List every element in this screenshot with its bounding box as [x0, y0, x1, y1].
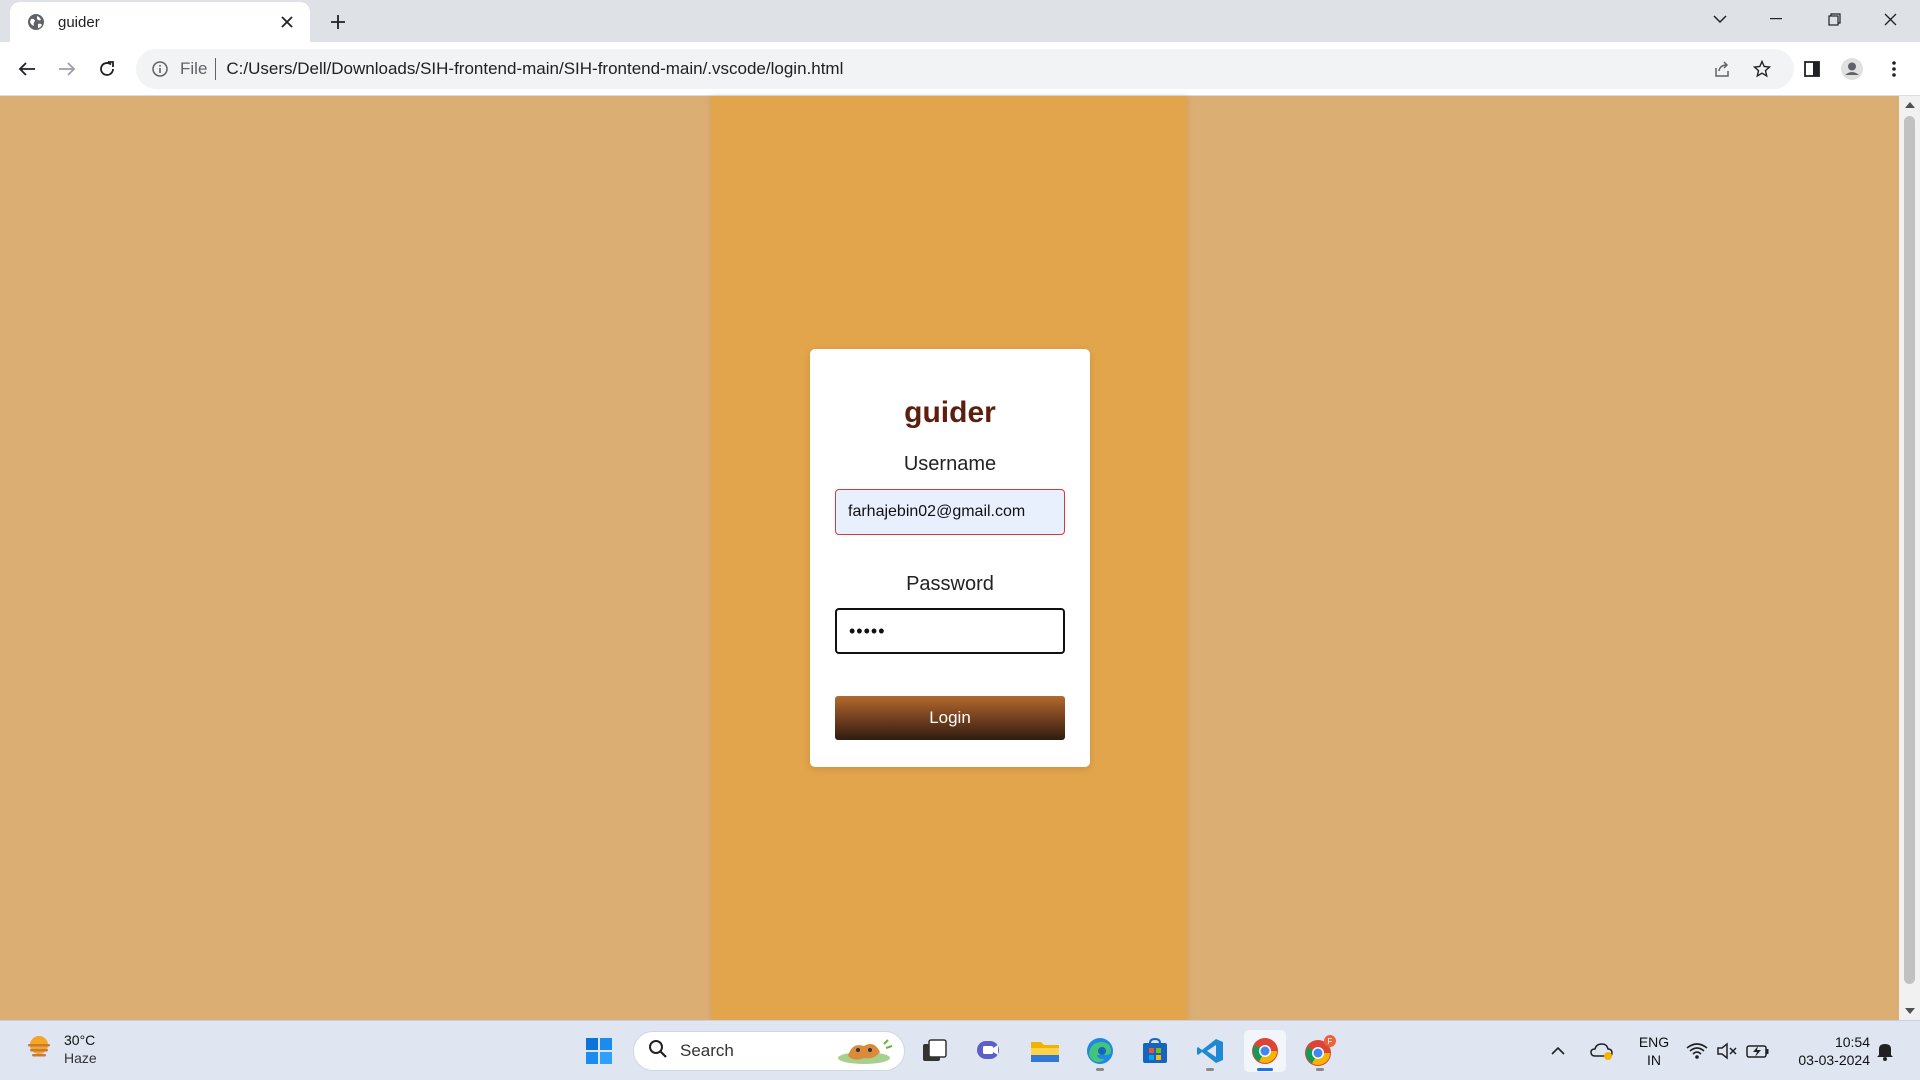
weather-widget[interactable]: 30°C Haze	[24, 1031, 97, 1067]
running-indicator	[1257, 1068, 1273, 1071]
tab-title: guider	[58, 13, 100, 31]
browser-toolbar: File C:/Users/Dell/Downloads/SIH-fronten…	[0, 42, 1920, 96]
forward-icon[interactable]	[51, 53, 83, 85]
scroll-up-icon[interactable]	[1905, 102, 1915, 108]
language-region: IN	[1647, 1052, 1661, 1068]
system-clock[interactable]: 10:54 03-03-2024	[1780, 1033, 1870, 1069]
url-divider	[215, 58, 217, 80]
weather-condition: Haze	[64, 1050, 97, 1066]
language-code: ENG	[1638, 1034, 1670, 1050]
globe-icon	[26, 12, 46, 32]
profile-avatar-icon[interactable]	[1836, 53, 1868, 85]
weather-temperature: 30°C	[64, 1032, 96, 1048]
running-indicator	[1206, 1068, 1214, 1071]
new-tab-icon[interactable]	[324, 8, 352, 36]
share-icon[interactable]	[1706, 53, 1738, 85]
password-label: Password	[906, 573, 994, 595]
app-title: guider	[904, 396, 996, 429]
minimize-icon[interactable]	[1748, 0, 1804, 38]
chrome-profile-icon[interactable]: F	[1299, 1030, 1341, 1072]
notification-bell-icon[interactable]	[1876, 1021, 1894, 1080]
volume-muted-icon[interactable]	[1716, 1021, 1738, 1080]
weather-haze-icon	[24, 1032, 54, 1067]
page-viewport: guider Username farhajebin02@gmail.com P…	[0, 96, 1899, 1020]
wifi-icon[interactable]	[1686, 1021, 1708, 1080]
onedrive-icon[interactable]	[1590, 1021, 1614, 1080]
show-hidden-icons[interactable]	[1550, 1021, 1566, 1080]
vscode-icon[interactable]	[1189, 1030, 1231, 1072]
page-scrollbar[interactable]	[1899, 96, 1920, 1020]
scroll-thumb[interactable]	[1904, 116, 1915, 984]
input-language[interactable]: ENG IN	[1634, 1033, 1674, 1069]
taskbar: 30°C Haze Search F ENG IN 10:54 03-03-20…	[0, 1020, 1920, 1080]
file-explorer-icon[interactable]	[1024, 1030, 1066, 1072]
close-window-icon[interactable]	[1862, 0, 1918, 38]
url-text[interactable]: C:/Users/Dell/Downloads/SIH-frontend-mai…	[226, 59, 843, 79]
scroll-down-icon[interactable]	[1905, 1008, 1915, 1014]
back-icon[interactable]	[11, 53, 43, 85]
task-view-icon[interactable]	[914, 1030, 956, 1072]
search-placeholder: Search	[680, 1041, 734, 1060]
reload-icon[interactable]	[91, 53, 123, 85]
username-label: Username	[903, 453, 997, 475]
address-bar[interactable]: File C:/Users/Dell/Downloads/SIH-fronten…	[136, 49, 1794, 89]
tab-strip: guider	[0, 0, 1920, 42]
info-icon[interactable]	[150, 59, 170, 79]
username-input[interactable]: farhajebin02@gmail.com	[835, 489, 1065, 535]
running-indicator	[1316, 1068, 1324, 1071]
url-scheme: File	[180, 59, 208, 78]
menu-dots-icon[interactable]	[1878, 53, 1910, 85]
search-icon	[648, 1039, 668, 1064]
browser-tab[interactable]: guider	[10, 2, 310, 42]
bookmark-star-icon[interactable]	[1746, 53, 1778, 85]
edge-browser-icon[interactable]	[1079, 1030, 1121, 1072]
microsoft-store-icon[interactable]	[1134, 1030, 1176, 1072]
login-button[interactable]: Login	[835, 696, 1065, 740]
battery-icon[interactable]	[1746, 1021, 1770, 1080]
restore-icon[interactable]	[1806, 0, 1862, 38]
teams-chat-icon[interactable]	[969, 1030, 1011, 1072]
password-input[interactable]: •••••	[835, 608, 1065, 654]
side-panel-icon[interactable]	[1796, 53, 1828, 85]
taskbar-search[interactable]: Search	[633, 1031, 905, 1071]
tab-search-icon[interactable]	[1692, 0, 1748, 38]
clock-date: 03-03-2024	[1798, 1052, 1870, 1068]
login-card: guider Username farhajebin02@gmail.com P…	[810, 349, 1090, 767]
chrome-icon[interactable]	[1244, 1030, 1286, 1072]
running-indicator	[1096, 1068, 1104, 1071]
clock-time: 10:54	[1834, 1034, 1870, 1050]
search-highlight-icon	[834, 1038, 894, 1071]
close-tab-icon[interactable]	[276, 11, 298, 33]
svg-text:F: F	[1328, 1037, 1333, 1046]
windows-start-icon[interactable]	[578, 1030, 620, 1072]
